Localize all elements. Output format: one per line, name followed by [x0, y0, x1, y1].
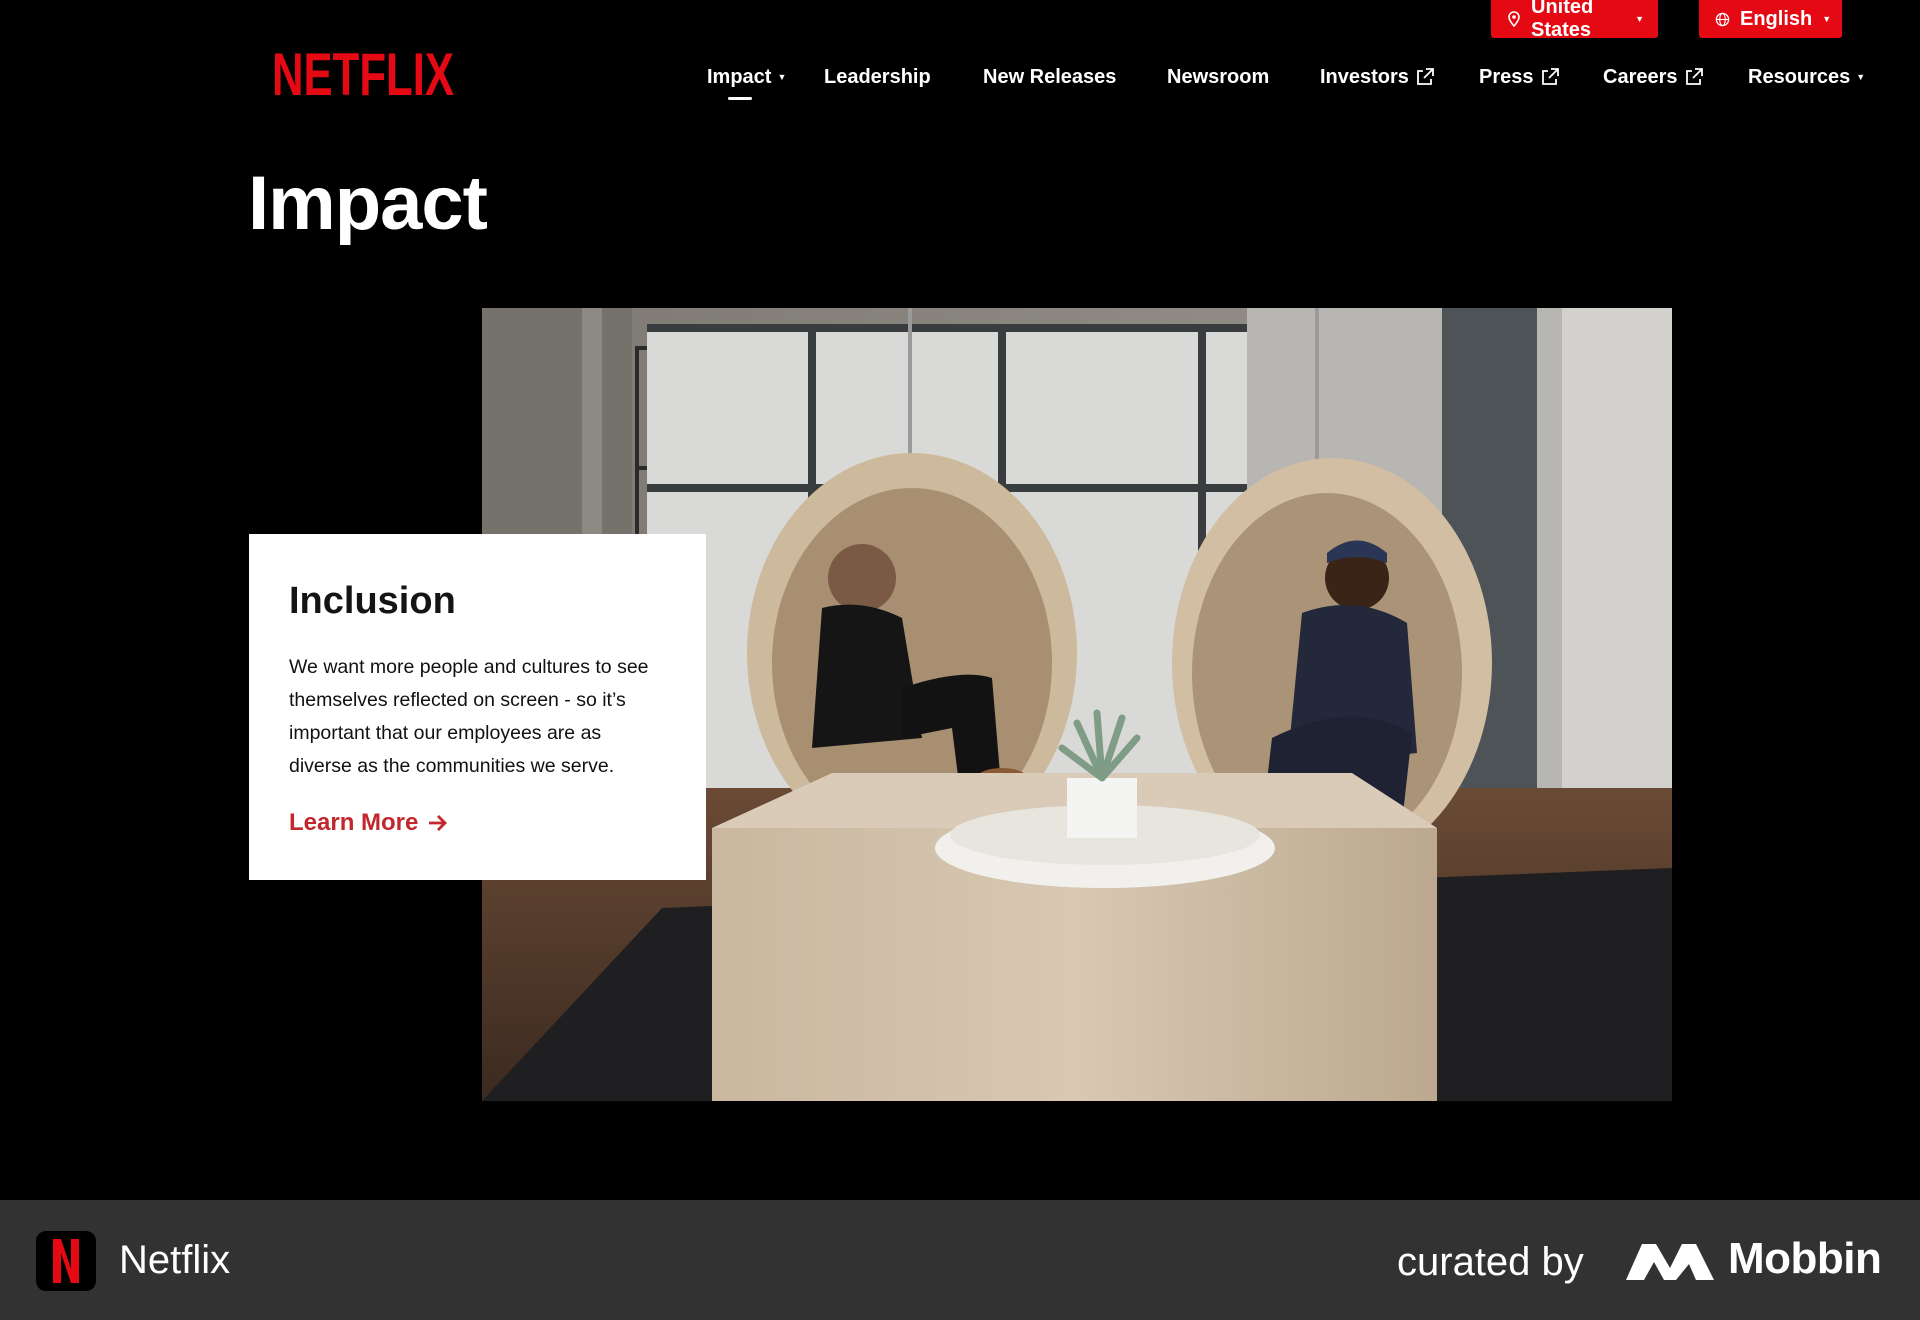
nav-item-new-releases[interactable]: New Releases: [983, 60, 1116, 94]
chevron-down-icon: ▼: [1856, 72, 1866, 82]
nav-label: Careers: [1603, 65, 1678, 88]
nav-item-impact[interactable]: Impact ▼: [707, 60, 786, 94]
nav-item-leadership[interactable]: Leadership: [824, 60, 931, 94]
mobbin-footer-bar: Netflix curated by Mobbin: [0, 1200, 1920, 1320]
country-label: United States: [1531, 0, 1594, 41]
nav-item-press[interactable]: Press: [1479, 60, 1560, 94]
nav-item-newsroom[interactable]: Newsroom: [1167, 60, 1269, 94]
nav-label: New Releases: [983, 65, 1117, 88]
nav-item-investors[interactable]: Investors: [1320, 60, 1435, 94]
language-label: English: [1740, 7, 1813, 30]
card-body: We want more people and cultures to see …: [289, 656, 649, 777]
nav-label: Impact: [707, 65, 772, 88]
nav-label: Newsroom: [1167, 65, 1270, 88]
nav-label: Leadership: [824, 65, 931, 88]
active-nav-indicator: [728, 97, 752, 100]
nav-label: Resources: [1748, 65, 1851, 88]
curated-by-label: curated by: [1397, 1240, 1584, 1284]
netflix-app-icon: [36, 1231, 96, 1291]
external-link-icon: [1417, 68, 1434, 85]
main-nav: Impact ▼ Leadership New Releases Newsroo…: [0, 60, 1920, 100]
netflix-n-logo: [53, 1239, 79, 1283]
nav-label: Press: [1479, 65, 1534, 88]
external-link-icon: [1541, 68, 1559, 85]
language-selector[interactable]: English ▼: [1699, 0, 1842, 38]
mobbin-mark-icon: [1626, 1244, 1714, 1280]
nav-label: Investors: [1320, 65, 1409, 88]
inclusion-card: Inclusion We want more people and cultur…: [249, 534, 706, 880]
learn-more-label: Learn More: [289, 809, 419, 836]
card-heading: Inclusion: [289, 580, 456, 622]
external-link-icon: [1685, 68, 1703, 85]
chevron-down-icon: ▼: [1822, 14, 1832, 24]
globe-icon: [1715, 12, 1730, 26]
mobbin-logo: Mobbin: [1626, 1234, 1882, 1284]
page-title: Impact: [248, 161, 488, 246]
mobbin-wordmark: Mobbin: [1728, 1234, 1882, 1283]
country-selector[interactable]: United States ▼: [1491, 0, 1658, 41]
chevron-down-icon: ▼: [777, 72, 787, 82]
nav-item-careers[interactable]: Careers: [1603, 60, 1704, 94]
learn-more-link[interactable]: Learn More: [289, 809, 448, 837]
arrow-right-icon: [429, 815, 448, 831]
app-name: Netflix: [119, 1238, 231, 1282]
nav-item-resources[interactable]: Resources ▼: [1748, 60, 1865, 94]
chevron-down-icon: ▼: [1635, 14, 1644, 24]
location-pin-icon: [1508, 11, 1520, 27]
